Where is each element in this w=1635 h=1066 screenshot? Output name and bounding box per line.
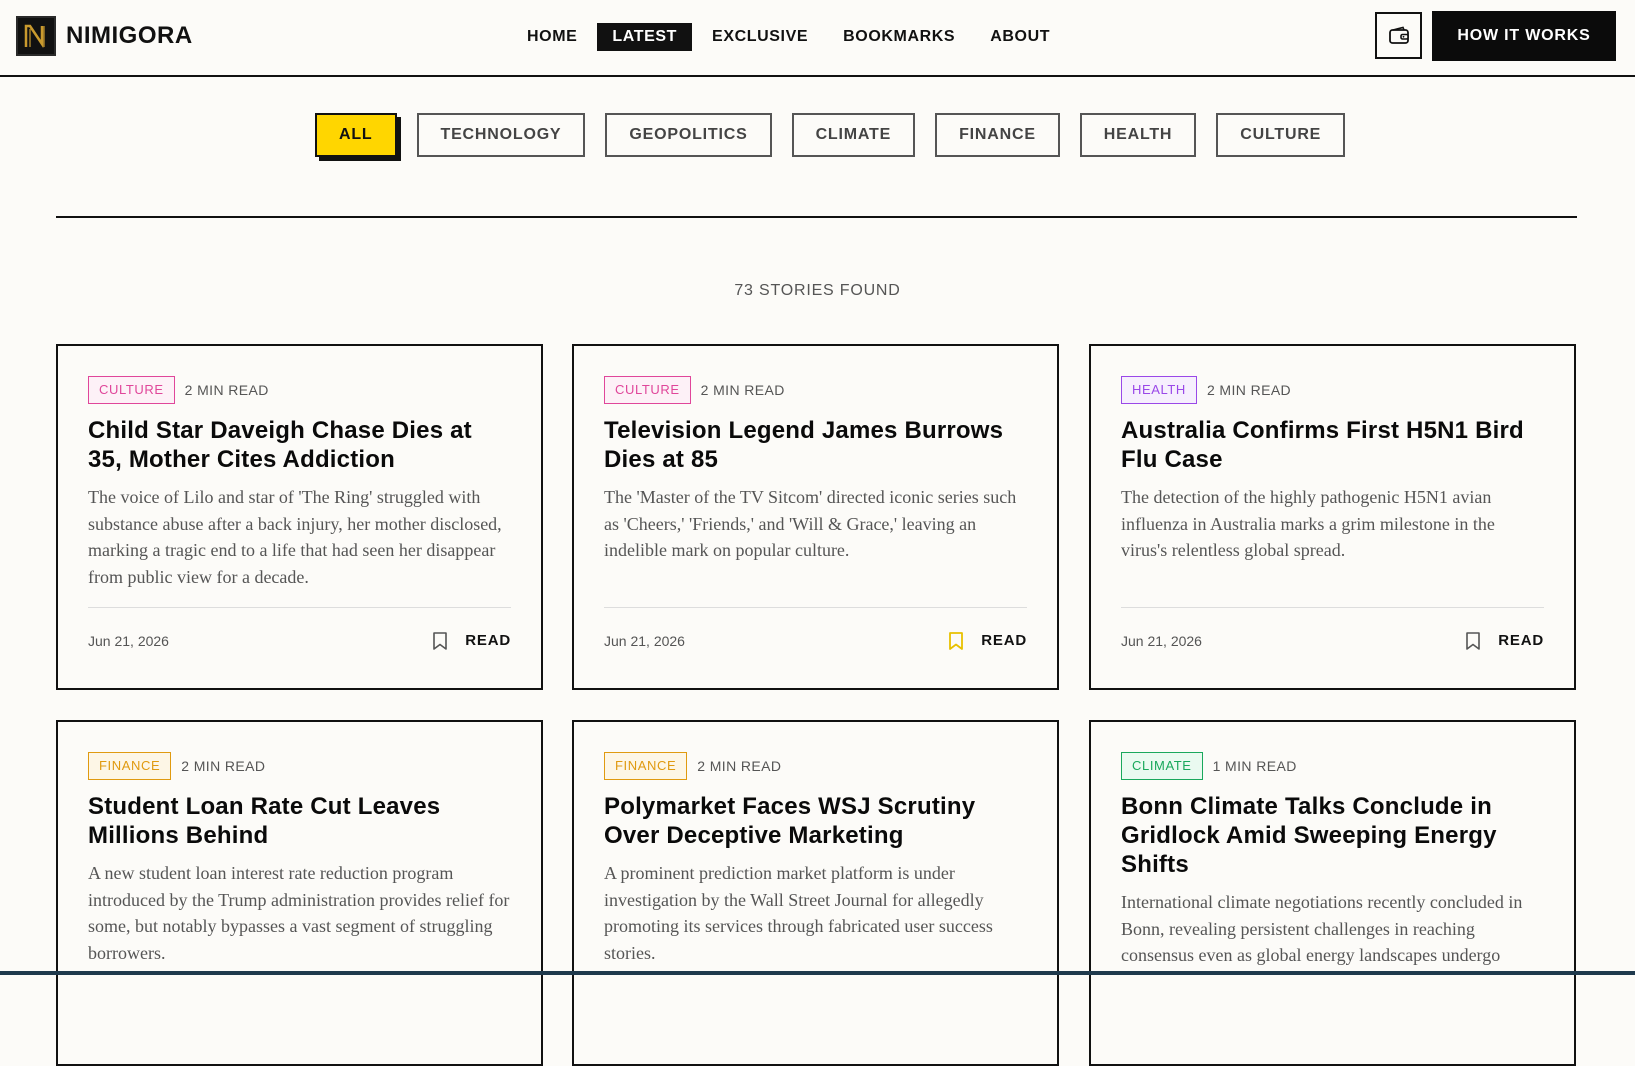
category-tag[interactable]: CULTURE [604,376,691,404]
story-date: Jun 21, 2026 [604,632,685,649]
bottom-scroll-bar [0,971,1635,975]
story-date: Jun 21, 2026 [1121,632,1202,649]
category-tag[interactable]: FINANCE [88,752,172,780]
stories-count: 73 STORIES FOUND [734,282,901,299]
read-link[interactable]: READ [1498,632,1544,649]
category-tag[interactable]: FINANCE [604,752,688,780]
story-title[interactable]: Student Loan Rate Cut Leaves Millions Be… [88,792,511,850]
nav-home[interactable]: HOME [512,23,592,51]
story-excerpt: A prominent prediction market platform i… [604,863,993,963]
story-title[interactable]: Television Legend James Burrows Dies at … [604,416,1027,474]
bookmark-icon[interactable] [1464,631,1482,651]
read-time: 2 MIN READ [700,382,785,398]
read-link[interactable]: READ [465,632,511,649]
story-date: Jun 21, 2026 [88,632,169,649]
read-time: 1 MIN READ [1212,758,1297,774]
read-time: 2 MIN READ [1206,382,1292,398]
read-time: 2 MIN READ [697,758,782,774]
story-card[interactable]: CLIMATE 1 MIN READ Bonn Climate Talks Co… [1089,720,1576,1066]
nav-about[interactable]: ABOUT [975,23,1065,51]
category-tag[interactable]: CULTURE [88,376,175,404]
wallet-icon [1388,26,1409,44]
how-it-works-button[interactable]: HOW IT WORKS [1432,11,1616,61]
read-time: 2 MIN READ [181,758,266,774]
main-nav: HOME LATEST EXCLUSIVE BOOKMARKS ABOUT [512,23,1070,51]
story-title[interactable]: Australia Confirms First H5N1 Bird Flu C… [1121,416,1544,474]
filter-technology[interactable]: TECHNOLOGY [416,113,586,157]
filter-health[interactable]: HEALTH [1079,113,1197,157]
story-excerpt: The voice of Lilo and star of 'The Ring'… [88,487,502,587]
story-excerpt: International climate negotiations recen… [1121,892,1523,965]
bookmark-icon[interactable] [431,631,449,651]
story-excerpt: The detection of the highly pathogenic H… [1121,487,1495,560]
story-excerpt: A new student loan interest rate reducti… [88,863,510,963]
read-time: 2 MIN READ [184,382,269,398]
story-card[interactable]: CULTURE 2 MIN READ Television Legend Jam… [572,344,1059,690]
story-excerpt: The 'Master of the TV Sitcom' directed i… [604,487,1017,560]
filter-all[interactable]: ALL [315,113,397,157]
category-tag[interactable]: HEALTH [1121,376,1197,404]
nav-latest[interactable]: LATEST [597,23,693,51]
story-card[interactable]: HEALTH 2 MIN READ Australia Confirms Fir… [1089,344,1576,690]
card-footer: Jun 21, 2026 READ [88,607,511,663]
top-header: NIMIGORA HOME LATEST EXCLUSIVE BOOKMARKS… [0,0,1635,77]
card-footer: Jun 21, 2026 READ [1121,607,1544,663]
filter-finance[interactable]: FINANCE [935,113,1060,157]
category-tag[interactable]: CLIMATE [1121,752,1203,780]
story-card[interactable]: FINANCE 2 MIN READ Polymarket Faces WSJ … [572,720,1059,1066]
story-title[interactable]: Child Star Daveigh Chase Dies at 35, Mot… [88,416,511,474]
filter-geopolitics[interactable]: GEOPOLITICS [605,113,772,157]
read-link[interactable]: READ [981,632,1027,649]
filter-culture[interactable]: CULTURE [1216,113,1346,157]
nav-bookmarks[interactable]: BOOKMARKS [828,23,970,51]
story-card[interactable]: FINANCE 2 MIN READ Student Loan Rate Cut… [56,720,543,1066]
wallet-button[interactable] [1375,12,1422,59]
brand-name: NIMIGORA [66,22,193,49]
brand-logo[interactable]: NIMIGORA [16,16,193,56]
story-card[interactable]: CULTURE 2 MIN READ Child Star Daveigh Ch… [56,344,543,690]
section-divider [56,216,1577,218]
category-filters: ALL TECHNOLOGY GEOPOLITICS CLIMATE FINAN… [315,113,1365,157]
logo-icon [16,16,56,56]
bookmark-icon[interactable] [947,631,965,651]
card-footer: Jun 21, 2026 READ [604,607,1027,663]
nav-exclusive[interactable]: EXCLUSIVE [697,23,823,51]
filter-climate[interactable]: CLIMATE [791,113,916,157]
story-title[interactable]: Polymarket Faces WSJ Scrutiny Over Decep… [604,792,1027,850]
story-title[interactable]: Bonn Climate Talks Conclude in Gridlock … [1121,792,1544,879]
